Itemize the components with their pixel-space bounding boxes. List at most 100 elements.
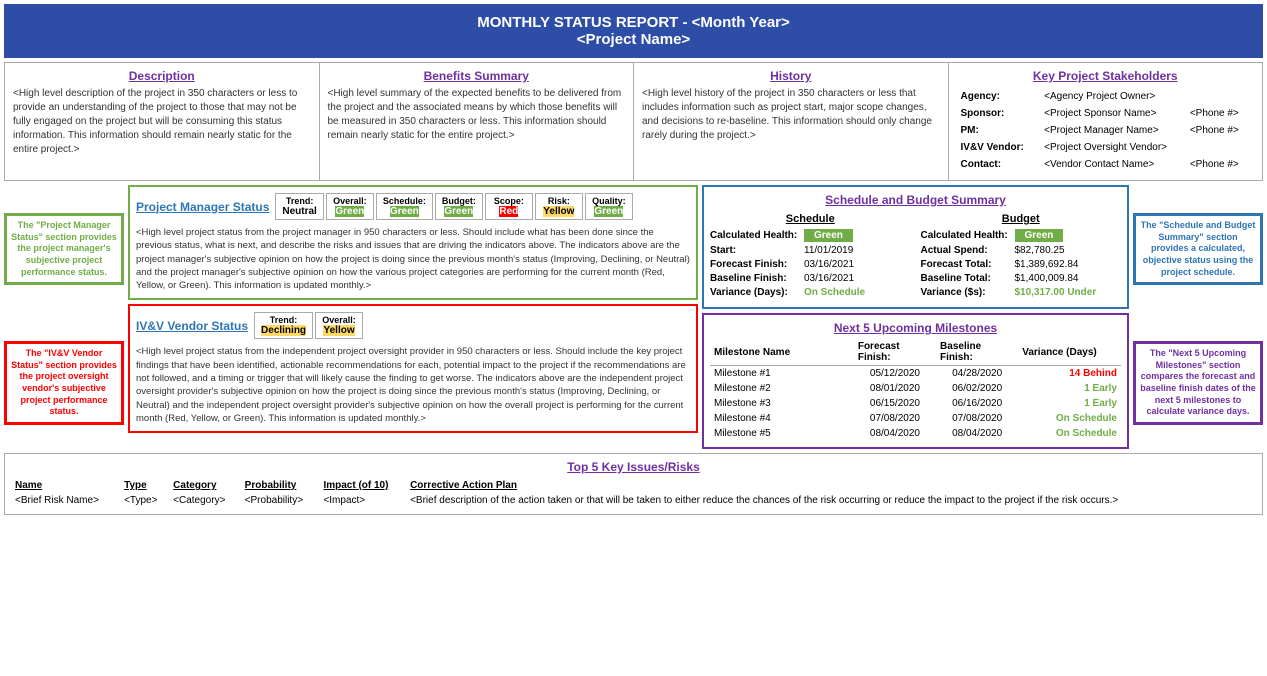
baseline-total-row: Baseline Total: $1,400,009.84 xyxy=(921,273,1122,284)
milestones-title: Next 5 Upcoming Milestones xyxy=(710,321,1121,335)
benefits-text: <High level summary of the expected bene… xyxy=(328,87,626,143)
trend-badge: Trend: Neutral xyxy=(275,193,323,220)
sidebar-left: The "Project Manager Status" section pro… xyxy=(4,185,124,453)
quality-value: Green xyxy=(594,206,623,217)
schedule-budget-box: Schedule and Budget Summary Schedule Cal… xyxy=(702,185,1129,309)
milestone-baseline: 08/04/2020 xyxy=(936,426,1018,441)
col-issue-impact: Impact (of 10) xyxy=(319,478,406,493)
history-text: <High level history of the project in 35… xyxy=(642,87,940,143)
pm-row: PM: <Project Manager Name> <Phone #> xyxy=(959,123,1253,138)
sponsor-label: Sponsor: xyxy=(959,106,1041,121)
issues-table: Name Type Category Probability Impact (o… xyxy=(11,478,1256,508)
milestone-variance: On Schedule xyxy=(1018,426,1121,441)
col-forecast-finish: Forecast Finish: xyxy=(854,339,936,366)
col-issue-category: Category xyxy=(169,478,241,493)
ivv-overall-badge: Overall: Yellow xyxy=(315,312,363,339)
calc-health-budget-label: Calculated Health: xyxy=(921,230,1011,241)
milestone-forecast: 07/08/2020 xyxy=(854,411,936,426)
ivv-status-box: IV&V Vendor Status Trend: Declining Over… xyxy=(128,304,698,433)
milestone-row: Milestone #5 08/04/2020 08/04/2020 On Sc… xyxy=(710,426,1121,441)
contact-label: Contact: xyxy=(959,157,1041,172)
header-banner: MONTHLY STATUS REPORT - <Month Year> <Pr… xyxy=(4,4,1263,58)
ivv-status-header: IV&V Vendor Status Trend: Declining Over… xyxy=(136,312,690,339)
issue-category: <Category> xyxy=(169,493,241,508)
trend-label: Trend: xyxy=(286,196,314,206)
pm-status-text: <High level project status from the proj… xyxy=(136,226,690,292)
milestone-row: Milestone #3 06/15/2020 06/16/2020 1 Ear… xyxy=(710,396,1121,411)
ivv-label: IV&V Vendor: xyxy=(959,140,1041,155)
variance-dollars-row: Variance ($s): $10,317.00 Under xyxy=(921,287,1122,298)
budget-value: Green xyxy=(444,206,473,217)
issue-name: <Brief Risk Name> xyxy=(11,493,120,508)
milestones-header-row: Milestone Name Forecast Finish: Baseline… xyxy=(710,339,1121,366)
pm-annotation-text: The "Project Manager Status" section pro… xyxy=(11,220,117,277)
ivv-trend-label: Trend: xyxy=(270,315,298,325)
milestone-row: Milestone #1 05/12/2020 04/28/2020 14 Be… xyxy=(710,366,1121,382)
left-column: Project Manager Status Trend: Neutral Ov… xyxy=(128,185,698,449)
forecast-finish-row: Forecast Finish: 03/16/2021 xyxy=(710,259,911,270)
calc-health-budget-row: Calculated Health: Green xyxy=(921,229,1122,242)
schedule-budget-title: Schedule and Budget Summary xyxy=(710,193,1121,207)
ivv-trend-value: Declining xyxy=(261,325,306,336)
ivv-value: <Project Oversight Vendor> xyxy=(1042,140,1252,155)
trend-value: Neutral xyxy=(282,206,316,217)
issue-row: <Brief Risk Name> <Type> <Category> <Pro… xyxy=(11,493,1256,508)
schedule-annotation-box: The "Schedule and Budget Summary" sectio… xyxy=(1133,213,1263,285)
pm-status-title: Project Manager Status xyxy=(136,200,269,214)
middle-outer-wrapper: The "Project Manager Status" section pro… xyxy=(4,185,1263,453)
ivv-status-text: <High level project status from the inde… xyxy=(136,345,690,425)
contact-row: Contact: <Vendor Contact Name> <Phone #> xyxy=(959,157,1253,172)
milestone-baseline: 04/28/2020 xyxy=(936,366,1018,382)
start-value: 11/01/2019 xyxy=(804,245,853,256)
history-cell: History <High level history of the proje… xyxy=(634,63,949,180)
schedule-value: Green xyxy=(390,206,419,217)
milestones-annotation-text: The "Next 5 Upcoming Milestones" section… xyxy=(1140,348,1256,416)
scope-badge: Scope: Red xyxy=(485,193,533,220)
col-issue-name: Name xyxy=(11,478,120,493)
issues-title: Top 5 Key Issues/Risks xyxy=(11,460,1256,474)
sb-grid: Schedule Calculated Health: Green Start:… xyxy=(710,213,1121,301)
baseline-finish-label: Baseline Finish: xyxy=(710,273,800,284)
forecast-total-row: Forecast Total: $1,389,692.84 xyxy=(921,259,1122,270)
calc-health-budget-value: Green xyxy=(1015,229,1064,242)
milestone-name: Milestone #4 xyxy=(710,411,854,426)
milestone-name: Milestone #1 xyxy=(710,366,854,382)
middle-row: Project Manager Status Trend: Neutral Ov… xyxy=(128,185,1129,449)
forecast-total-label: Forecast Total: xyxy=(921,259,1011,270)
col-issue-probability: Probability xyxy=(241,478,320,493)
calc-health-schedule-label: Calculated Health: xyxy=(710,230,800,241)
forecast-total-value: $1,389,692.84 xyxy=(1015,259,1079,270)
variance-days-label: Variance (Days): xyxy=(710,287,800,298)
milestones-annotation-box: The "Next 5 Upcoming Milestones" section… xyxy=(1133,341,1263,425)
baseline-total-label: Baseline Total: xyxy=(921,273,1011,284)
schedule-annotation-text: The "Schedule and Budget Summary" sectio… xyxy=(1141,220,1256,277)
milestone-forecast: 05/12/2020 xyxy=(854,366,936,382)
sponsor-phone: <Phone #> xyxy=(1188,106,1252,121)
pm-status-header: Project Manager Status Trend: Neutral Ov… xyxy=(136,193,690,220)
issues-risks-box: Top 5 Key Issues/Risks Name Type Categor… xyxy=(4,453,1263,515)
description-cell: Description <High level description of t… xyxy=(5,63,320,180)
milestone-variance: 1 Early xyxy=(1018,396,1121,411)
milestone-name: Milestone #3 xyxy=(710,396,854,411)
issue-action: <Brief description of the action taken o… xyxy=(406,493,1256,508)
calc-health-schedule-value: Green xyxy=(804,229,853,242)
ivv-badge-group: Trend: Declining Overall: Yellow xyxy=(254,312,363,339)
budget-header: Budget xyxy=(921,213,1122,225)
milestone-baseline: 06/02/2020 xyxy=(936,381,1018,396)
baseline-finish-value: 03/16/2021 xyxy=(804,273,854,284)
milestone-name: Milestone #5 xyxy=(710,426,854,441)
col-milestone-name: Milestone Name xyxy=(710,339,854,366)
top-info-row: Description <High level description of t… xyxy=(4,62,1263,181)
sidebar-right: The "Schedule and Budget Summary" sectio… xyxy=(1133,185,1263,453)
budget-badge: Budget: Green xyxy=(435,193,483,220)
quality-badge: Quality: Green xyxy=(585,193,633,220)
milestone-variance: 1 Early xyxy=(1018,381,1121,396)
forecast-finish-value: 03/16/2021 xyxy=(804,259,854,270)
risk-label: Risk: xyxy=(548,196,570,206)
scope-label: Scope: xyxy=(494,196,524,206)
milestone-variance: 14 Behind xyxy=(1018,366,1121,382)
schedule-label: Schedule: xyxy=(383,196,426,206)
ivv-row: IV&V Vendor: <Project Oversight Vendor> xyxy=(959,140,1253,155)
col-issue-type: Type xyxy=(120,478,169,493)
benefits-cell: Benefits Summary <High level summary of … xyxy=(320,63,635,180)
